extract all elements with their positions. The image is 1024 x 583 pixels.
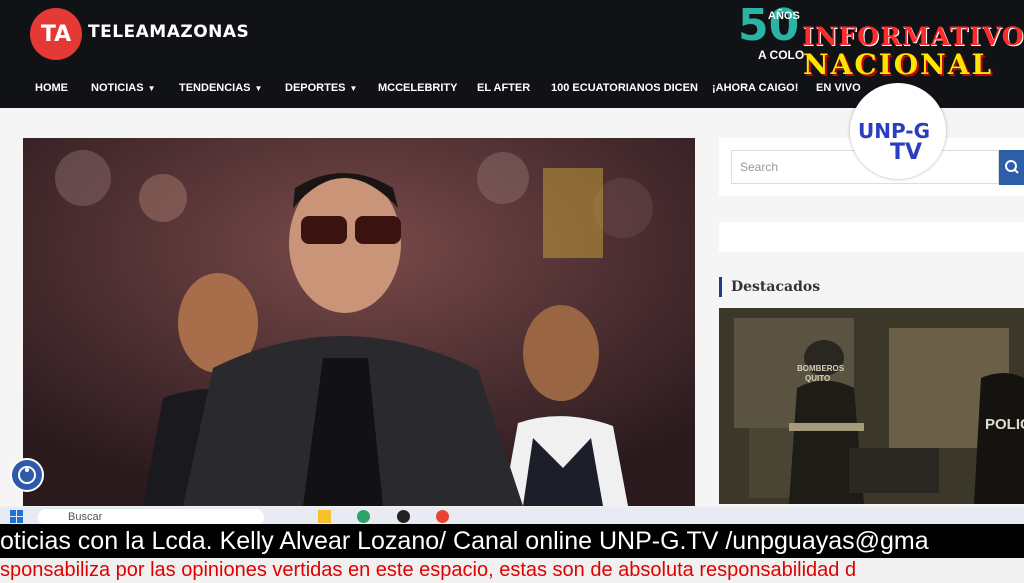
featured-photo	[719, 308, 1024, 504]
taskbar-search-label: Buscar	[68, 511, 103, 523]
section-title: Destacados	[719, 277, 820, 297]
overlay-title-line2: NACIONAL	[803, 48, 994, 81]
nav-item-tendencias[interactable]: TENDENCIAS ▼	[179, 82, 262, 94]
app-icon[interactable]	[357, 510, 370, 523]
nav-item-label: NOTICIAS	[91, 82, 144, 94]
hero-photo	[23, 138, 695, 506]
news-ticker-bottom: sponsabiliza por las opiniones vertidas …	[0, 558, 1024, 583]
featured-caption-1: BOMBEROS	[797, 364, 845, 373]
sidebar-widget	[719, 222, 1024, 252]
nav-item-label: MCCELEBRITY	[378, 82, 458, 94]
app-icon[interactable]	[397, 510, 410, 523]
nav-item-100-ecuatorianos[interactable]: 100 ECUATORIANOS DICEN	[551, 82, 698, 94]
nav-item-label: 100 ECUATORIANOS DICEN	[551, 82, 698, 94]
nav-item-label: HOME	[35, 82, 68, 94]
caret-down-icon: ▼	[254, 84, 263, 93]
nav-item-deportes[interactable]: DEPORTES ▼	[285, 82, 357, 94]
taskbar-search[interactable]: Buscar	[38, 509, 264, 525]
windows-icon[interactable]	[10, 510, 24, 524]
anniversary-tagline: A COLO	[758, 48, 805, 62]
nav-item-label: DEPORTES	[285, 82, 346, 94]
caret-down-icon: ▼	[147, 84, 156, 93]
nav-item-home[interactable]: HOME	[35, 82, 68, 94]
file-explorer-icon[interactable]	[318, 510, 331, 523]
unpg-tv-logo: UNP-G TV	[850, 83, 946, 179]
nav-item-el-after[interactable]: EL AFTER	[477, 82, 530, 94]
nav-item-en-vivo[interactable]: EN VIVO	[816, 82, 861, 94]
nav-item-noticias[interactable]: NOTICIAS ▼	[91, 82, 155, 94]
logo-text: TA	[40, 21, 72, 47]
featured-image[interactable]: BOMBEROS QUITO POLIC	[719, 308, 1024, 504]
nav-item-label: ¡AHORA CAIGO!	[712, 82, 799, 94]
overlay-title-line1: INFORMATIVO	[802, 22, 1024, 51]
brand-name[interactable]: TELEAMAZONAS	[88, 22, 249, 42]
accessibility-icon	[18, 466, 36, 484]
featured-caption-3: POLIC	[985, 416, 1024, 433]
site-logo[interactable]: TA	[30, 8, 82, 60]
search-button[interactable]	[999, 150, 1024, 185]
nav-item-mccelebrity[interactable]: MCCELEBRITY	[378, 82, 457, 94]
accessibility-button[interactable]	[10, 458, 44, 492]
nav-item-label: EL AFTER	[477, 82, 531, 94]
hero-image[interactable]	[23, 138, 695, 506]
caret-down-icon: ▼	[349, 84, 358, 93]
news-ticker-top: oticias con la Lcda. Kelly Alvear Lozano…	[0, 524, 1024, 558]
search-icon	[1005, 160, 1019, 174]
featured-caption-2: QUITO	[805, 374, 831, 383]
nav-item-label: EN VIVO	[816, 82, 861, 94]
badge-line2: TV	[890, 140, 923, 165]
chrome-icon[interactable]	[436, 510, 449, 523]
nav-item-ahora-caigo[interactable]: ¡AHORA CAIGO!	[712, 82, 798, 94]
anniversary-word: AÑOS	[768, 10, 800, 22]
nav-item-label: TENDENCIAS	[179, 82, 251, 94]
